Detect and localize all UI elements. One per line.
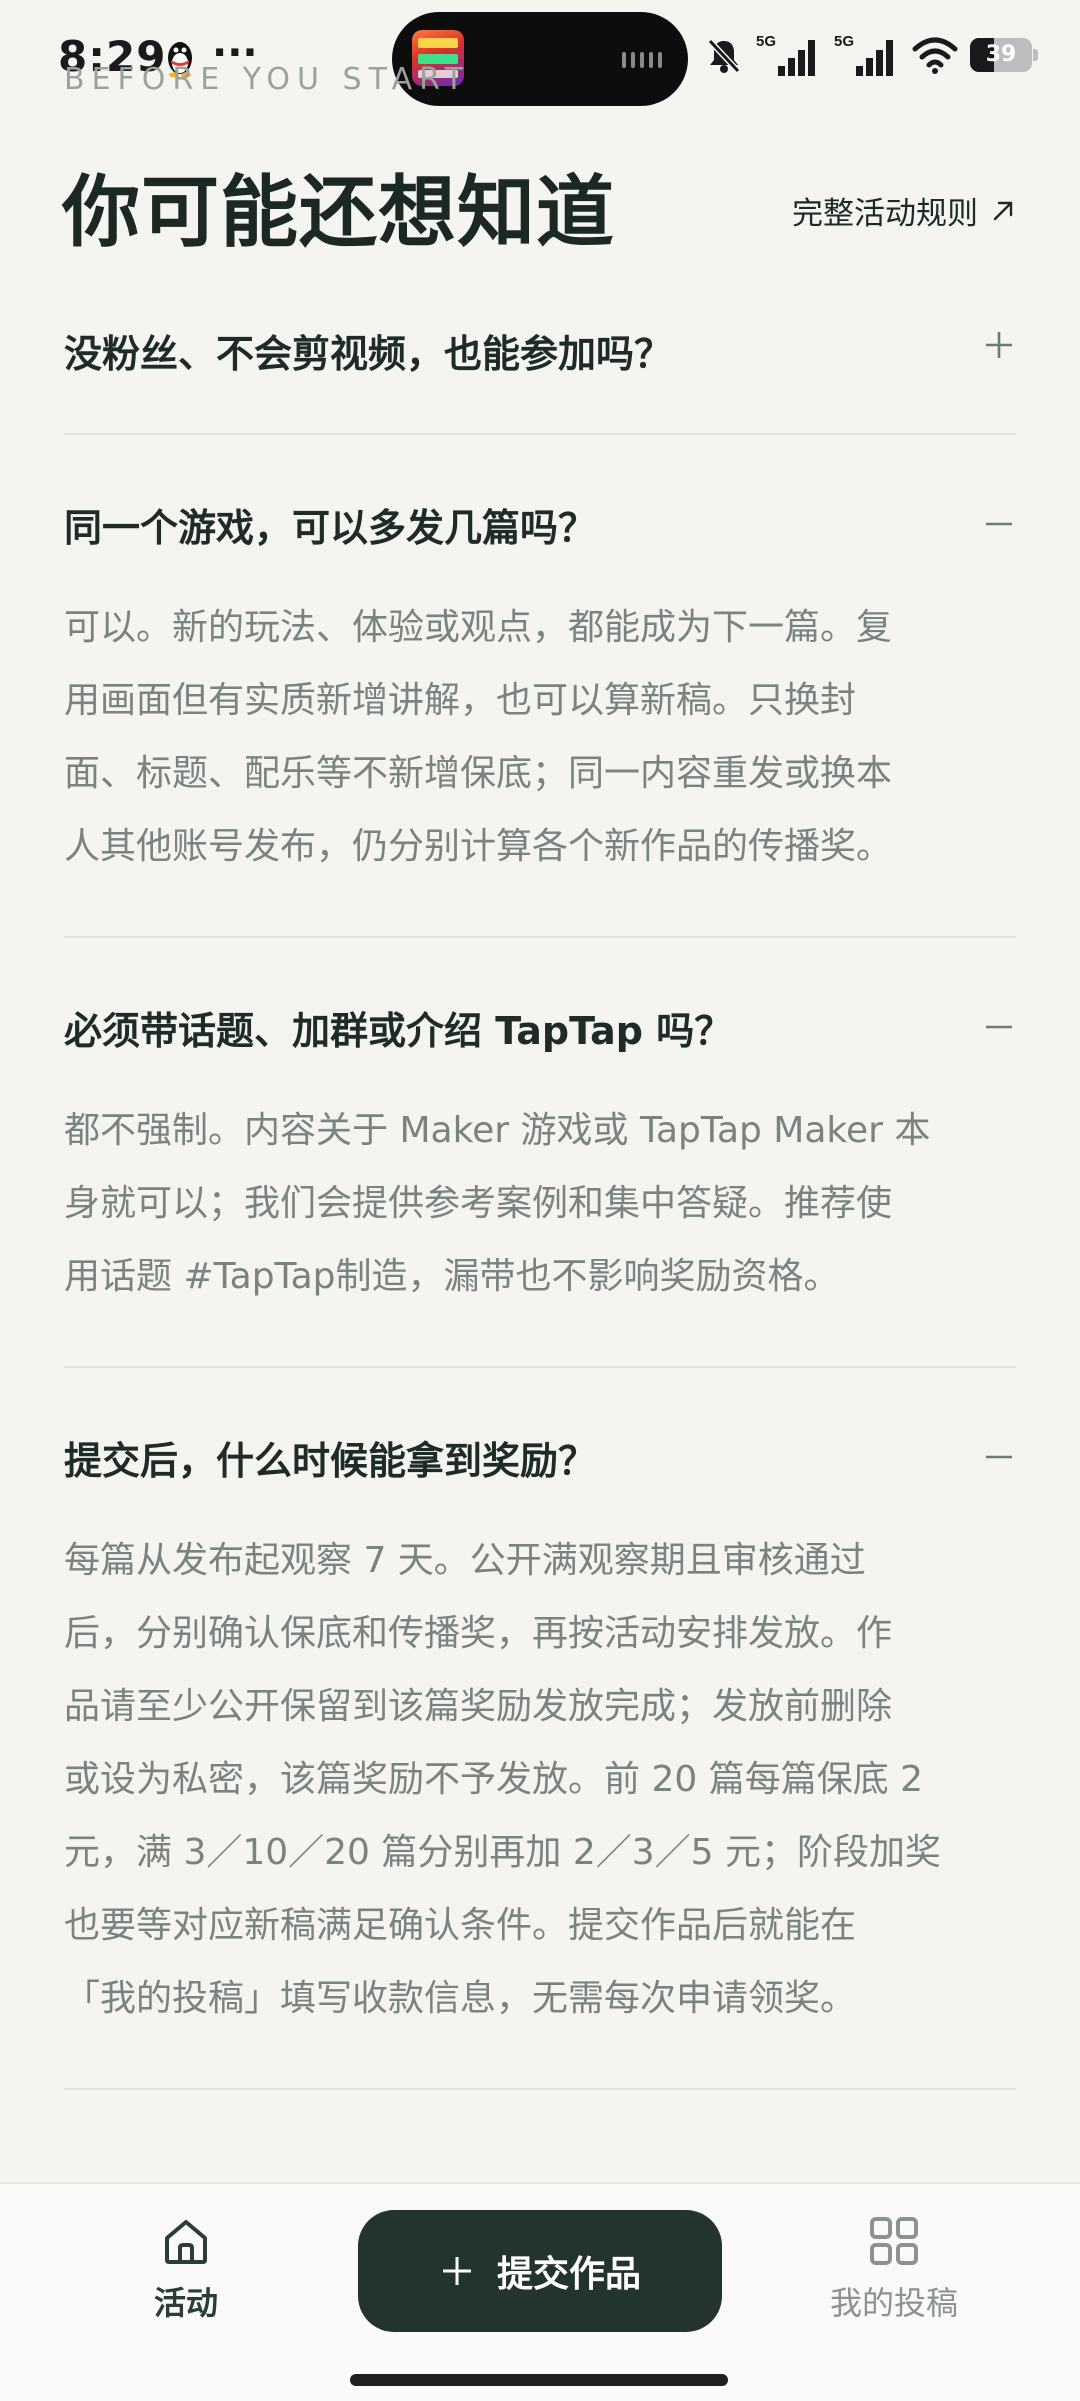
tab-my-submissions[interactable]: 我的投稿	[814, 2214, 974, 2324]
battery-icon: 39	[970, 38, 1038, 72]
faq-question: 提交后，什么时候能拿到奖励？	[64, 1439, 597, 1483]
app-screen: 8:29 ··· 5G 5G 39 BEFORE YOU START 你可能还想…	[0, 0, 1080, 2401]
page-title: 你可能还想知道	[62, 168, 616, 258]
home-indicator[interactable]	[350, 2374, 728, 2386]
full-rules-link[interactable]: 完整活动规则	[792, 188, 1016, 233]
faq-item-topic-required[interactable]: 必须带话题、加群或介绍 TapTap 吗？ 都不强制。内容关于 Maker 游戏…	[64, 998, 1016, 1338]
collapse-minus-icon[interactable]	[982, 507, 1016, 541]
signal-5g-icon-2: 5G	[834, 33, 893, 76]
collapse-minus-icon[interactable]	[982, 1440, 1016, 1474]
status-bar: 8:29 ··· 5G 5G 39	[0, 0, 1080, 115]
tab-activity-label: 活动	[153, 2284, 218, 2322]
home-icon	[165, 2220, 207, 2264]
faq-answer: 每篇从发布起观察 7 天。公开满观察期且审核通过 后，分别确认保底和传播奖，再按…	[64, 1540, 942, 2019]
divider	[64, 1366, 1016, 1368]
faq-question: 没粉丝、不会剪视频，也能参加吗？	[64, 332, 673, 376]
divider	[64, 2088, 1016, 2090]
signal-5g-icon: 5G	[756, 33, 815, 76]
divider	[64, 433, 1016, 435]
plus-icon	[442, 2257, 471, 2285]
submit-work-button[interactable]: 提交作品	[358, 2210, 722, 2332]
faq-question: 同一个游戏，可以多发几篇吗？	[64, 506, 597, 550]
faq-item-reward-timing[interactable]: 提交后，什么时候能拿到奖励？ 每篇从发布起观察 7 天。公开满观察期且审核通过 …	[64, 1428, 1016, 2068]
battery-level: 39	[985, 42, 1017, 67]
faq-item-fans[interactable]: 没粉丝、不会剪视频，也能参加吗？	[64, 318, 1016, 398]
faq-answer: 可以。新的玩法、体验或观点，都能成为下一篇。复 用画面但有实质新增讲解，也可以算…	[64, 607, 893, 867]
status-icons: 5G 5G 39	[704, 30, 1038, 80]
svg-text:5G: 5G	[834, 33, 854, 50]
grid-icon	[870, 2217, 918, 2265]
faq-question: 必须带话题、加群或介绍 TapTap 吗？	[64, 1009, 733, 1053]
bottom-nav: 活动 提交作品 我的投稿	[0, 2182, 1080, 2401]
faq-item-multiple-posts[interactable]: 同一个游戏，可以多发几篇吗？ 可以。新的玩法、体验或观点，都能成为下一篇。复 用…	[64, 495, 1016, 915]
svg-text:5G: 5G	[756, 33, 776, 50]
faq-answer: 都不强制。内容关于 Maker 游戏或 TapTap Maker 本 身就可以；…	[64, 1110, 931, 1297]
section-eyebrow: BEFORE YOU START	[64, 62, 471, 97]
tab-activity[interactable]: 活动	[106, 2214, 266, 2324]
expand-plus-icon[interactable]	[982, 328, 1016, 362]
tab-my-submissions-label: 我的投稿	[829, 2284, 958, 2322]
submit-work-label: 提交作品	[496, 2254, 641, 2295]
divider	[64, 936, 1016, 938]
silent-bell-icon	[707, 38, 741, 74]
wifi-icon	[912, 37, 958, 74]
full-rules-label: 完整活动规则	[792, 196, 978, 232]
collapse-minus-icon[interactable]	[982, 1010, 1016, 1044]
audio-wave-icon	[622, 52, 662, 68]
arrow-up-right-icon	[993, 201, 1013, 220]
